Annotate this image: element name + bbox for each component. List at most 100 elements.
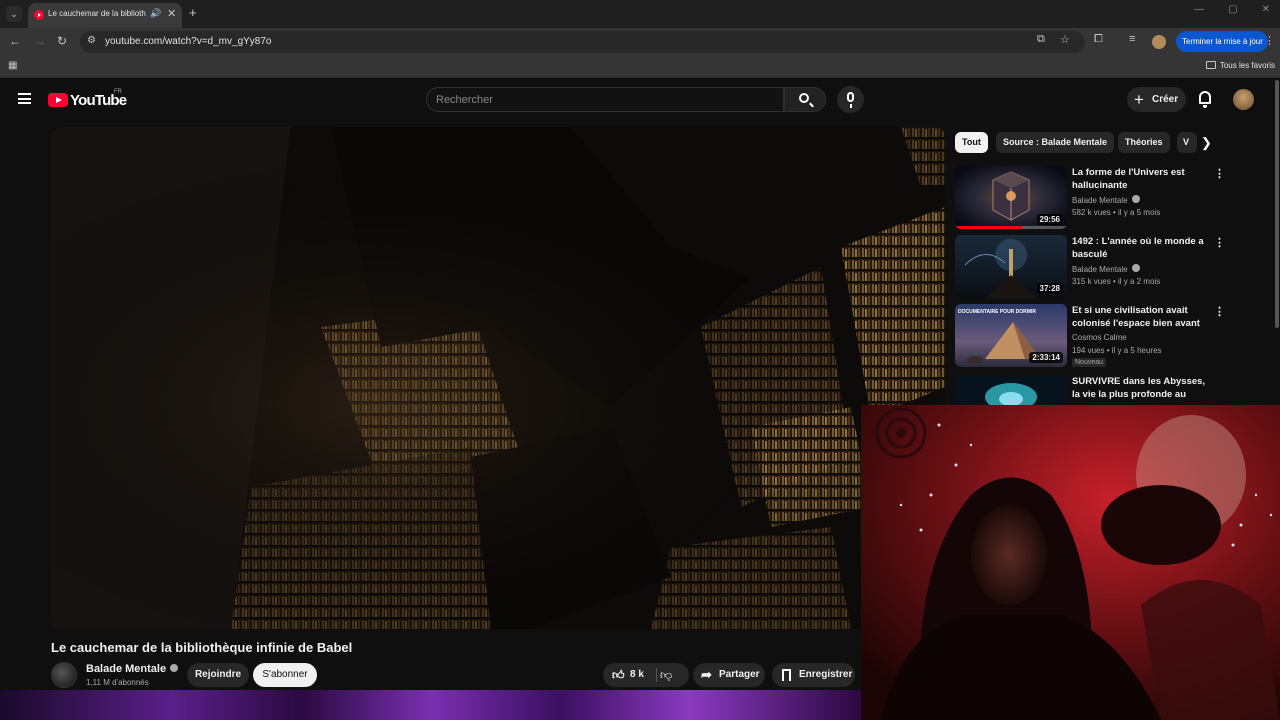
webcam-overlay [861,405,1280,720]
save-label: Enregistrer [799,669,853,680]
close-tab-icon[interactable]: ✕ [167,7,176,20]
all-favorites-label: Tous les favoris [1219,61,1275,70]
like-divider [656,668,657,682]
back-icon[interactable]: ← [9,34,21,48]
chip-all[interactable]: Tout [955,132,988,153]
country-code: FR [114,89,122,95]
bookmark-star-icon[interactable]: ☆ [1060,33,1070,46]
verified-icon [170,664,179,672]
voice-search-button[interactable] [837,86,864,113]
watch-progress-bar [955,226,1067,229]
video-thumbnail[interactable]: 37:28 [955,235,1067,298]
subscribe-button[interactable]: S'abonner [253,663,317,687]
recommendation-meta: 315 k vues • il y a 2 mois [1072,277,1161,286]
recommendation-title[interactable]: La forme de l'Univers est hallucinante [1072,166,1206,192]
all-favorites-button[interactable]: Tous les favoris [1205,61,1275,70]
chip-more[interactable]: V [1177,132,1197,153]
recommendation-item[interactable]: 29:56 La forme de l'Univers est hallucin… [955,166,1275,230]
page-scrollbar[interactable] [1275,80,1279,328]
site-info-icon[interactable]: ⚙ [87,35,96,46]
extensions-icon[interactable]: ⧠ [1094,33,1103,46]
chip-theories[interactable]: Théories [1118,132,1170,153]
profile-avatar-icon[interactable] [1152,35,1166,49]
maximize-icon[interactable]: ▢ [1228,4,1237,15]
thumbnail-caption: DOCUMENTAIRE POUR DORMIR [958,309,1036,315]
channel-avatar[interactable] [51,662,77,688]
search-input[interactable] [436,92,766,108]
account-avatar[interactable] [1233,89,1254,110]
video-player[interactable] [51,127,945,629]
watch-progress-fill [955,226,1023,229]
save-icon [782,669,791,681]
audio-playing-icon[interactable]: 🔊 [150,8,161,19]
more-options-icon[interactable]: ⋮ [1214,305,1225,318]
join-button[interactable]: Rejoindre [187,663,249,687]
upload-age: il y a 5 heures [1111,346,1162,355]
thumbnail-image [955,375,1067,405]
browser-tab[interactable]: Le cauchemar de la biblioth 🔊 ✕ [28,3,182,28]
view-count: 194 vues [1072,346,1105,355]
video-duration: 37:28 [1036,283,1063,294]
mic-icon [847,92,854,108]
recommendation-channel[interactable]: Cosmos Calme [1072,333,1127,342]
recommendation-channel[interactable]: Balade Mentale [1072,264,1140,274]
recommendation-title[interactable]: SURVIVRE dans les Abysses, la vie la plu… [1072,375,1206,402]
dislike-icon[interactable]: 👎︎ [660,663,672,687]
share-label: Partager [719,669,760,680]
hamburger-icon[interactable] [18,93,31,104]
browser-toolbar: ← → ↻ ⚙ youtube.com/watch?v=d_mv_gYy87o … [0,28,1280,56]
url-text[interactable]: youtube.com/watch?v=d_mv_gYy87o [105,36,272,47]
recommendation-channel[interactable]: Balade Mentale [1072,195,1140,205]
new-tab-icon[interactable]: + [189,5,197,20]
more-options-icon[interactable]: ⋮ [1214,167,1225,180]
install-app-icon[interactable]: ⧉ [1037,33,1045,46]
subscriber-count: 1,11 M d'abonnés [86,678,149,687]
channel-text: Balade Mentale [1072,265,1128,274]
recommendation-title[interactable]: 1492 : L'année où le monde a basculé [1072,235,1206,261]
bell-icon[interactable] [1199,91,1211,108]
create-button[interactable]: + Créer [1127,87,1186,112]
address-bar[interactable]: ⚙ youtube.com/watch?v=d_mv_gYy87o [80,31,1085,53]
browser-menu-icon[interactable]: ⋮ [1264,34,1275,47]
recommendation-meta: 194 vues • il y a 5 heures [1072,346,1162,355]
youtube-favicon-icon [34,10,44,20]
minimize-icon[interactable]: — [1194,4,1204,15]
search-box [426,87,784,112]
upload-age: il y a 2 mois [1117,277,1161,286]
bookmarks-bar: ▦ Tous les favoris [0,56,1280,78]
share-button[interactable]: ➦ Partager [693,663,765,687]
recommendation-meta: 582 k vues • il y a 5 mois [1072,208,1161,217]
search-button[interactable] [784,87,826,112]
video-duration: 29:56 [1036,214,1063,225]
like-button[interactable]: 👍︎ 8 k [603,663,655,687]
video-frame [51,127,945,629]
save-button[interactable]: Enregistrer [772,663,855,687]
new-badge: Nouveau [1072,358,1107,367]
like-count: 8 k [630,669,644,680]
video-duration: 2:33:14 [1029,352,1063,363]
close-window-icon[interactable]: ✕ [1262,4,1270,15]
recommendation-item[interactable]: 37:28 1492 : L'année où le monde a bascu… [955,235,1275,299]
recommendation-item[interactable]: DOCUMENTAIRE POUR DORMIR 2:33:14 Et si u… [955,304,1275,368]
video-thumbnail[interactable]: DOCUMENTAIRE POUR DORMIR 2:33:14 [955,304,1067,367]
chip-source[interactable]: Source : Balade Mentale [996,132,1115,153]
apps-grid-icon[interactable]: ▦ [8,60,17,71]
channel-text: Balade Mentale [1072,196,1128,205]
description-thumbnail-strip [0,690,862,720]
forward-icon[interactable]: → [34,34,46,48]
video-thumbnail[interactable]: 29:56 [955,166,1067,229]
reading-list-icon[interactable]: ≡ [1129,33,1135,45]
recommendation-title[interactable]: Et si une civilisation avait colonisé l'… [1072,304,1206,331]
search-icon [799,93,809,103]
channel-name[interactable]: Balade Mentale [86,663,179,675]
webcam-image [861,405,1280,720]
tab-search-button[interactable]: ⌄ [6,6,22,22]
reload-icon[interactable]: ↻ [57,34,67,48]
folder-icon [1205,61,1216,69]
channel-name-text: Balade Mentale [86,663,167,675]
video-thumbnail[interactable] [955,375,1067,405]
more-options-icon[interactable]: ⋮ [1214,236,1225,249]
tab-title: Le cauchemar de la biblioth [48,9,146,18]
update-button[interactable]: Terminer la mise à jour [1176,31,1268,52]
chevron-right-icon[interactable]: ❯ [1201,135,1212,151]
